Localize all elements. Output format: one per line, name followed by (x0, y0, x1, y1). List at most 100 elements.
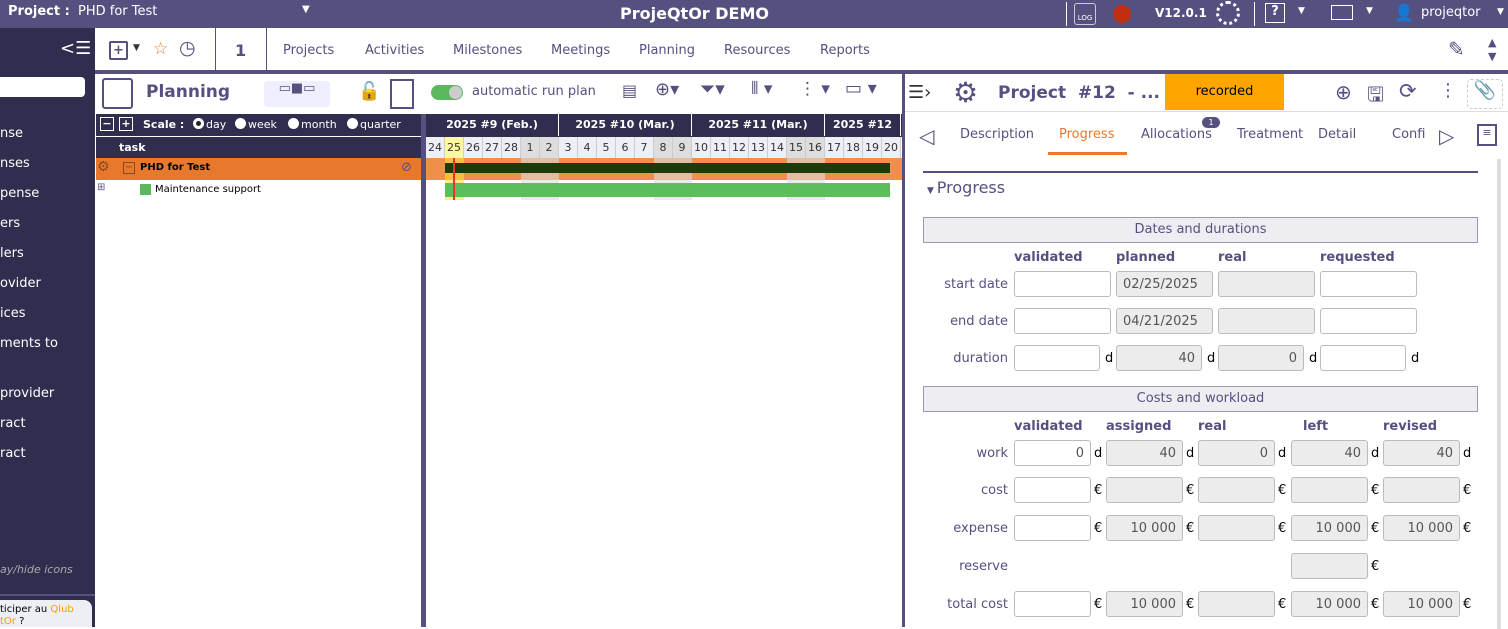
menu-search-input[interactable] (0, 77, 85, 97)
tabs-prev-icon[interactable]: ◁ (919, 124, 934, 148)
collapse-task-icon[interactable]: − (123, 162, 135, 174)
scroll-arrows-icon[interactable]: ▲ ▼ (1488, 36, 1496, 64)
sidebar-item[interactable]: ments to (0, 336, 58, 351)
toggle-icons-link[interactable]: ay/hide icons (0, 563, 73, 576)
sidebar-item[interactable]: ers (0, 216, 20, 231)
gear-icon[interactable]: ⚙ (97, 159, 110, 175)
menu-milestones[interactable]: Milestones (453, 43, 522, 58)
expand-all-button[interactable]: + (119, 117, 133, 131)
new-copy-icon[interactable]: ⊕ (1335, 80, 1352, 104)
columns-icon[interactable]: ⦀ ▾ (751, 79, 772, 99)
sidebar-item[interactable]: nse (0, 126, 23, 141)
field-validated[interactable] (1014, 477, 1091, 503)
tabs-next-icon[interactable]: ▷ (1439, 124, 1454, 148)
scale-week[interactable]: week (235, 118, 277, 131)
save-icon[interactable]: 🖫 (1367, 80, 1384, 114)
field-requested[interactable] (1320, 271, 1417, 297)
scale-month[interactable]: month (288, 118, 337, 131)
field-requested[interactable] (1320, 345, 1406, 371)
tab-description[interactable]: Description (960, 127, 1034, 142)
more-actions-icon[interactable]: ⋮ (1439, 80, 1457, 101)
collapse-all-button[interactable]: − (100, 117, 114, 131)
attachment-icon[interactable]: 📎 (1467, 79, 1503, 109)
sidebar-item[interactable]: ract (0, 446, 26, 461)
club-link-2[interactable]: tOr (0, 616, 16, 627)
new-item-button[interactable]: + (109, 41, 128, 60)
filter-icon[interactable]: ⏷▾ (700, 78, 725, 100)
sidebar-item[interactable]: pense (0, 186, 39, 201)
screen-layout-icon[interactable] (1331, 5, 1353, 20)
menu-planning[interactable]: Planning (639, 43, 695, 58)
task-row-activity[interactable]: ⊞ Maintenance support (96, 180, 421, 200)
list-toggle-icon[interactable]: ☰› (908, 82, 931, 103)
radio-icon[interactable] (288, 118, 299, 129)
new-item-dropdown-icon[interactable]: ▼ (133, 43, 140, 53)
tab-confi[interactable]: Confi (1392, 127, 1425, 142)
field-validated[interactable] (1014, 308, 1111, 334)
activity-gantt-bar[interactable] (445, 183, 890, 197)
menu-reports[interactable]: Reports (820, 43, 870, 58)
activity-color-icon (140, 184, 151, 195)
week-header: 2025 #10 (Mar.) (559, 114, 692, 136)
field-validated[interactable] (1014, 345, 1100, 371)
user-icon[interactable]: 👤 (1394, 3, 1414, 22)
sidebar-item[interactable]: lers (0, 246, 24, 261)
field-requested[interactable] (1320, 308, 1417, 334)
radio-icon[interactable] (193, 118, 204, 129)
dependencies-toggle-icon[interactable]: ▭■▭ (264, 81, 330, 107)
sidebar-item[interactable]: ract (0, 416, 26, 431)
unit-label: € (1278, 483, 1287, 498)
field-validated[interactable] (1014, 591, 1091, 617)
sidebar-item[interactable]: provider (0, 386, 54, 401)
menu-resources[interactable]: Resources (724, 43, 790, 58)
log-button[interactable]: LOG (1074, 3, 1096, 25)
radio-icon[interactable] (235, 118, 246, 129)
sidebar-item[interactable]: ovider (0, 276, 41, 291)
scale-day[interactable]: day (193, 118, 226, 131)
task-row-project[interactable]: ⚙ − PHD for Test ⊘ (96, 158, 421, 180)
tab-progress[interactable]: Progress (1059, 127, 1114, 142)
user-dropdown-icon[interactable]: ▼ (1497, 7, 1504, 17)
tab-allocations[interactable]: Allocations (1141, 127, 1212, 142)
status-indicator-icon[interactable] (1113, 5, 1131, 23)
menu-activities[interactable]: Activities (365, 43, 424, 58)
scale-quarter[interactable]: quarter (347, 118, 401, 131)
club-link[interactable]: Qlub (50, 604, 73, 615)
calculator-icon[interactable] (390, 79, 414, 109)
tab-detail[interactable]: Detail (1318, 127, 1356, 142)
menu-meetings[interactable]: Meetings (551, 43, 610, 58)
detail-scrollbar[interactable] (1497, 159, 1501, 629)
edit-icon[interactable]: ✎ (1448, 37, 1465, 61)
hidden-eye-icon[interactable]: ⊘ (401, 160, 412, 175)
user-menu[interactable]: projeqtor (1421, 5, 1481, 20)
progress-section-toggle[interactable]: ▼ Progress (927, 178, 1005, 197)
history-icon[interactable]: ◷ (179, 37, 196, 59)
help-button[interactable]: ? (1265, 3, 1285, 23)
sidebar-item[interactable]: nses (0, 156, 30, 171)
tab-list-icon[interactable]: ≡ (1477, 124, 1497, 146)
favorites-icon[interactable]: ☆ (153, 39, 168, 59)
field-validated[interactable]: 0 (1014, 440, 1091, 466)
refresh-icon[interactable]: ⟳ (1399, 79, 1417, 103)
tab-treatment[interactable]: Treatment (1237, 127, 1303, 142)
auto-run-toggle[interactable] (431, 85, 463, 100)
help-dropdown-icon[interactable]: ▼ (1298, 6, 1305, 16)
club-banner[interactable]: ticiper au Qlub tOr ? (0, 600, 92, 627)
unlock-icon[interactable]: 🔓 (358, 81, 380, 102)
radio-icon[interactable] (347, 118, 358, 129)
project-gantt-bar[interactable] (445, 163, 890, 173)
field-validated[interactable] (1014, 271, 1111, 297)
save-planning-icon[interactable]: ▤ (622, 81, 637, 100)
collapse-menu-icon[interactable]: <☰ (60, 38, 91, 59)
project-selector[interactable]: PHD for Test (78, 4, 157, 19)
menu-projects[interactable]: Projects (283, 43, 334, 58)
field-real (1198, 591, 1275, 617)
layout-dropdown-icon[interactable]: ▼ (1366, 6, 1373, 16)
open-items-count[interactable]: 1 (235, 41, 246, 60)
field-validated[interactable] (1014, 515, 1091, 541)
more-options-icon[interactable]: ⋮ ▾ (799, 79, 830, 99)
display-icon[interactable]: ▭ ▾ (845, 78, 877, 99)
project-dropdown-icon[interactable]: ▼ (302, 4, 310, 15)
sidebar-item[interactable]: ices (0, 306, 26, 321)
add-planning-icon[interactable]: ⊕▾ (655, 79, 679, 100)
